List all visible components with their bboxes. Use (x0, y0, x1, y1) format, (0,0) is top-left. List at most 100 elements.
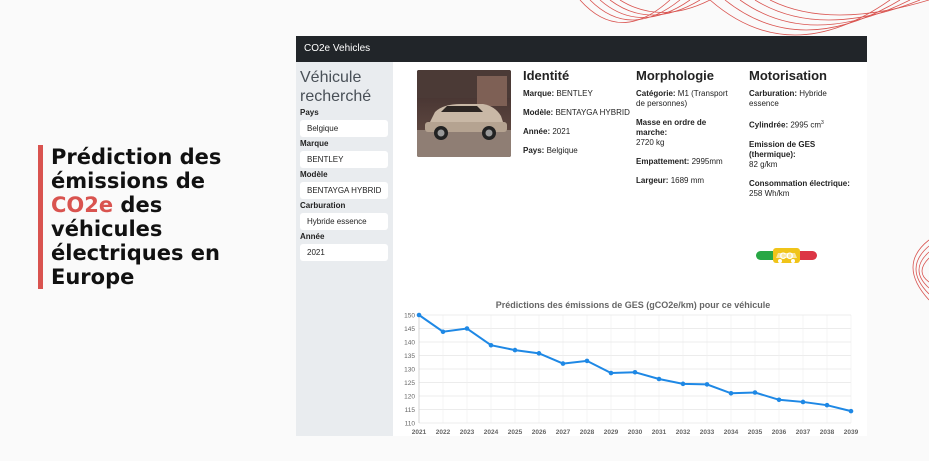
width-value: 1689 mm (670, 176, 705, 185)
slide: Prédiction des émissions de CO2e des véh… (0, 0, 929, 461)
headline-highlight: CO2e (51, 193, 114, 217)
x-tick-label: 2023 (460, 429, 475, 436)
year-field[interactable]: 2021 (300, 244, 388, 261)
decorative-waves-right-icon (912, 239, 929, 301)
width-key: Largeur: (636, 176, 669, 185)
app-window: CO2e Vehicles Véhicule recherché Pays Be… (296, 36, 867, 436)
x-tick-label: 2028 (580, 429, 595, 436)
mass-row: Masse en ordre de marche: 2720 kg (636, 118, 741, 148)
fuel-value: Hybride (799, 89, 827, 98)
x-tick-label: 2038 (820, 429, 835, 436)
category-value-2: de personnes) (636, 99, 688, 108)
x-tick-label: 2030 (628, 429, 643, 436)
x-tick-label: 2034 (724, 429, 739, 436)
x-tick-label: 2032 (676, 429, 691, 436)
headline-line: électriques en (51, 241, 220, 265)
car-photo (417, 70, 511, 157)
displacement-unit-sup: 3 (821, 120, 824, 126)
fuel-key: Carburation: (749, 89, 797, 98)
identity-section: Identité Marque: BENTLEY Modèle: BENTAYG… (523, 68, 633, 165)
x-tick-label: 2024 (484, 429, 499, 436)
data-point (512, 347, 518, 353)
y-tick-label: 115 (405, 407, 416, 414)
data-point (488, 342, 494, 348)
category-value: M1 (Transport (677, 89, 728, 98)
data-point (584, 358, 590, 364)
wheelbase-key: Empattement: (636, 157, 690, 166)
co2-rating-badge-icon: CO (756, 248, 817, 263)
data-point (416, 312, 422, 318)
mass-key: Masse en ordre de (636, 118, 707, 127)
y-tick-label: 125 (404, 380, 415, 387)
y-tick-label: 120 (404, 394, 415, 401)
data-point (728, 391, 734, 396)
x-tick-label: 2026 (532, 429, 547, 436)
headline-line: émissions de (51, 169, 205, 193)
data-point (824, 402, 830, 408)
fuel-field[interactable]: Hybride essence (300, 213, 388, 230)
x-tick-label: 2021 (412, 429, 427, 436)
headline: Prédiction des émissions de CO2e des véh… (38, 145, 278, 289)
model-field[interactable]: BENTAYGA HYBRID (300, 182, 388, 199)
width-row: Largeur: 1689 mm (636, 176, 741, 186)
x-tick-label: 2039 (844, 429, 859, 436)
sidebar: Véhicule recherché Pays Belgique Marque … (296, 62, 393, 436)
country-key: Pays: (523, 146, 545, 155)
emissions-chart: Prédictions des émissions de GES (gCO2e/… (393, 286, 867, 436)
sidebar-title-line: recherché (300, 88, 372, 105)
x-tick-label: 2022 (436, 429, 451, 436)
sidebar-title: Véhicule recherché (300, 68, 389, 106)
year-row: Année: 2021 (523, 127, 633, 137)
y-tick-label: 140 (404, 340, 415, 347)
mass-key-2: marche: (636, 128, 668, 137)
country-row: Pays: Belgique (523, 146, 633, 156)
wheelbase-row: Empattement: 2995mm (636, 157, 741, 167)
fuel-row: Carburation: Hybride essence (749, 89, 859, 109)
country-value: Belgique (546, 146, 578, 155)
x-tick-label: 2037 (796, 429, 811, 436)
data-point (536, 351, 542, 356)
brand-label: Marque (300, 139, 329, 148)
morphology-section: Morphologie Catégorie: M1 (Transport de p… (636, 68, 741, 195)
y-tick-label: 110 (405, 421, 416, 428)
country-field[interactable]: Belgique (300, 120, 388, 137)
headline-line-rest: des (113, 193, 163, 217)
identity-title: Identité (523, 68, 570, 83)
data-point (680, 381, 686, 387)
brand-value: BENTLEY (556, 89, 593, 98)
consumption-value: 258 Wh/km (749, 188, 790, 198)
wheelbase-value: 2995mm (691, 157, 723, 166)
consumption-key: Consommation électrique: (749, 178, 850, 188)
headline-line: Europe (51, 265, 135, 289)
consumption-row: Consommation électrique: 258 Wh/km (749, 179, 859, 199)
data-point (704, 382, 710, 387)
y-tick-label: 145 (404, 326, 415, 333)
model-value: BENTAYGA HYBRID (555, 108, 630, 117)
country-label: Pays (300, 108, 319, 117)
ghg-row: Emission de GES (thermique): 82 g/km (749, 140, 859, 170)
headline-line: Prédiction des (51, 145, 222, 169)
data-point (800, 399, 806, 405)
year-value: 2021 (552, 127, 571, 136)
displacement-row: Cylindrée: 2995 cm3 (749, 118, 859, 131)
year-label: Année (300, 232, 325, 241)
data-point (848, 408, 854, 414)
headline-line: véhicules (51, 217, 163, 241)
x-tick-label: 2036 (772, 429, 787, 436)
brand-field[interactable]: BENTLEY (300, 151, 388, 168)
badge-text: CO (780, 251, 794, 261)
ghg-key: Emission de GES (749, 139, 816, 149)
headline-line: CO2e des (51, 193, 278, 217)
chart-title: Prédictions des émissions de GES (gCO2e/… (496, 300, 771, 310)
decorative-waves-top-icon (579, 0, 929, 36)
app-title[interactable]: CO2e Vehicles (304, 43, 370, 54)
brand-row: Marque: BENTLEY (523, 89, 633, 99)
category-row: Catégorie: M1 (Transport de personnes) (636, 89, 741, 109)
main-panel: Identité Marque: BENTLEY Modèle: BENTAYG… (393, 62, 867, 436)
year-key: Année: (523, 127, 551, 136)
displacement-key: Cylindrée: (749, 120, 789, 130)
displacement-value: 2995 cm (790, 120, 822, 130)
navbar: CO2e Vehicles (296, 36, 867, 62)
data-point (776, 397, 782, 403)
x-tick-label: 2033 (700, 429, 715, 436)
